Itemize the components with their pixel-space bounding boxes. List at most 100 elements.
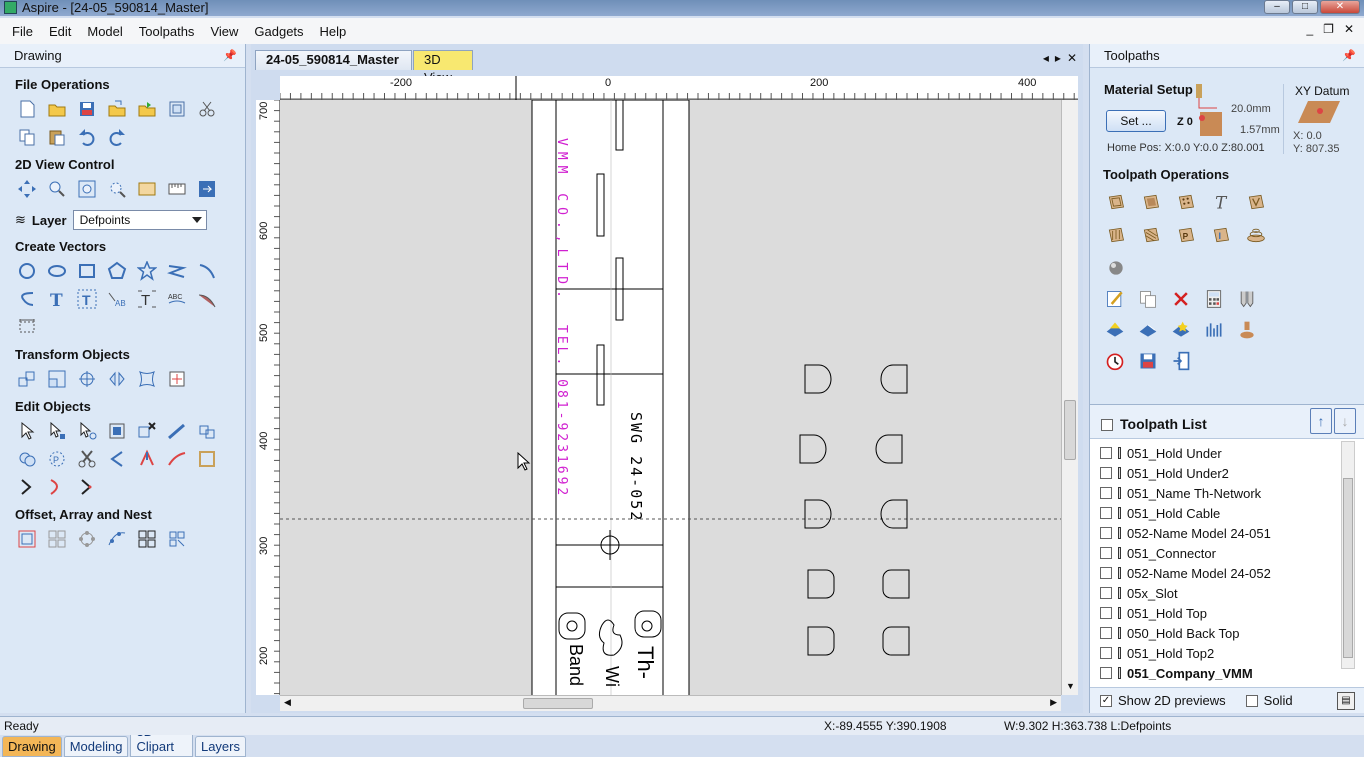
- toolpath-checkbox[interactable]: [1100, 507, 1112, 519]
- export-toolpath-icon[interactable]: [1169, 350, 1193, 372]
- set-home-icon[interactable]: [1235, 319, 1259, 341]
- vertical-scroll-thumb[interactable]: [1064, 400, 1076, 460]
- open-file-icon[interactable]: [45, 98, 69, 120]
- move-icon[interactable]: [15, 368, 39, 390]
- profile-toolpath-icon[interactable]: [1103, 190, 1129, 214]
- pin-icon[interactable]: 📌: [1342, 44, 1356, 68]
- tab-layers[interactable]: Layers: [194, 736, 246, 757]
- mdi-restore-button[interactable]: ❐: [1323, 22, 1334, 36]
- zoom-all-icon[interactable]: [75, 178, 99, 200]
- import-icon[interactable]: [105, 98, 129, 120]
- copy-along-vector-icon[interactable]: [105, 528, 129, 550]
- mirror-icon[interactable]: [105, 368, 129, 390]
- material-set-button[interactable]: Set ...: [1106, 110, 1166, 132]
- menu-model[interactable]: Model: [79, 24, 130, 39]
- toolpath-list-select-all-checkbox[interactable]: [1101, 419, 1113, 431]
- draw-curve-icon[interactable]: [15, 288, 39, 310]
- copy-toolpath-icon[interactable]: [1136, 288, 1160, 310]
- preview-toolpath-icon[interactable]: [1103, 319, 1127, 341]
- circular-array-icon[interactable]: [75, 528, 99, 550]
- move-down-icon[interactable]: ↓: [1334, 408, 1356, 434]
- 3d-roughing-icon[interactable]: [1243, 223, 1269, 247]
- transform-mode-icon[interactable]: [75, 420, 99, 442]
- toolpath-item[interactable]: 051_Hold Under: [1100, 443, 1335, 463]
- scroll-down-icon[interactable]: ▼: [1066, 681, 1075, 691]
- redo-icon[interactable]: [105, 126, 129, 148]
- xy-datum-icon[interactable]: [1298, 99, 1342, 125]
- new-file-icon[interactable]: [15, 98, 39, 120]
- scroll-left-icon[interactable]: ◀: [284, 697, 291, 708]
- layer-select[interactable]: Defpoints: [72, 210, 207, 230]
- scroll-right-icon[interactable]: ▶: [1050, 697, 1057, 708]
- toolpath-checkbox[interactable]: [1100, 607, 1112, 619]
- save-icon[interactable]: [75, 98, 99, 120]
- texture-toolpath-icon[interactable]: [1138, 223, 1164, 247]
- recalculate-icon[interactable]: [1235, 288, 1259, 310]
- drilling-toolpath-icon[interactable]: [1173, 190, 1199, 214]
- draw-arc-icon[interactable]: [195, 260, 219, 282]
- mdi-close-button[interactable]: ✕: [1344, 22, 1354, 36]
- smooth-icon[interactable]: [45, 476, 69, 498]
- draw-polyline-icon[interactable]: [165, 260, 189, 282]
- tab-3d-view[interactable]: 3D View: [413, 50, 473, 85]
- toolpath-template-icon[interactable]: [1169, 319, 1193, 341]
- fluting-toolpath-icon[interactable]: [1103, 223, 1129, 247]
- toolpath-item[interactable]: 051_Hold Cable: [1100, 503, 1335, 523]
- tab-modeling[interactable]: Modeling: [63, 736, 129, 757]
- canvas-vertical-scrollbar[interactable]: ▼: [1061, 100, 1078, 695]
- toolpath-checkbox[interactable]: [1100, 447, 1112, 459]
- merge-toolpaths-icon[interactable]: [1202, 319, 1226, 341]
- job-size-icon[interactable]: [165, 98, 189, 120]
- toolpath-checkbox[interactable]: [1100, 527, 1112, 539]
- minimize-button[interactable]: –: [1264, 0, 1290, 14]
- zoom-box-icon[interactable]: [45, 178, 69, 200]
- quick-engrave-icon[interactable]: T: [1208, 190, 1234, 214]
- d-shapes[interactable]: [799, 364, 910, 656]
- toolpath-checkbox[interactable]: [1100, 487, 1112, 499]
- mdi-minimize-button[interactable]: _: [1306, 22, 1313, 36]
- save-toolpath-icon[interactable]: [1136, 350, 1160, 372]
- rotate-icon[interactable]: [75, 368, 99, 390]
- toolpath-item[interactable]: 050_Hold Back Top: [1100, 623, 1335, 643]
- auto-layout-text-icon[interactable]: T: [75, 288, 99, 310]
- toolpath-item[interactable]: 051_Company_VMM: [1100, 663, 1335, 683]
- toolpath-item[interactable]: 05x_Slot: [1100, 583, 1335, 603]
- tab-prev-icon[interactable]: ◂: [1043, 51, 1049, 65]
- close-button[interactable]: ✕: [1320, 0, 1360, 14]
- toolpath-calculator-icon[interactable]: [1202, 288, 1226, 310]
- trim-icon[interactable]: [105, 448, 129, 470]
- weld-icon[interactable]: [15, 448, 39, 470]
- draw-ellipse-icon[interactable]: [45, 260, 69, 282]
- tab-drawing[interactable]: Drawing: [2, 736, 62, 757]
- zoom-selection-icon[interactable]: [105, 178, 129, 200]
- th-text[interactable]: Th-: [632, 646, 658, 679]
- toolpath-item[interactable]: 051_Hold Under2: [1100, 463, 1335, 483]
- toolpath-checkbox[interactable]: [1100, 467, 1112, 479]
- bend-text-icon[interactable]: T: [135, 288, 159, 310]
- move-up-icon[interactable]: ↑: [1310, 408, 1332, 434]
- scissors-icon[interactable]: [75, 448, 99, 470]
- spell-check-icon[interactable]: ABC: [165, 288, 189, 310]
- fillet-icon[interactable]: [165, 448, 189, 470]
- prism-toolpath-icon[interactable]: P: [1173, 223, 1199, 247]
- view-ruler-icon[interactable]: [165, 178, 189, 200]
- delete-vector-icon[interactable]: [135, 420, 159, 442]
- join-vectors-icon[interactable]: [195, 420, 219, 442]
- view-material-icon[interactable]: [135, 178, 159, 200]
- import-bitmap-icon[interactable]: [135, 98, 159, 120]
- horizontal-scroll-thumb[interactable]: [523, 698, 593, 709]
- nesting-icon[interactable]: [135, 528, 159, 550]
- tab-next-icon[interactable]: ▸: [1055, 51, 1061, 65]
- pin-icon[interactable]: 📌: [223, 44, 237, 68]
- inlay-toolpath-icon[interactable]: I: [1208, 223, 1234, 247]
- align-icon[interactable]: [165, 368, 189, 390]
- toolpath-options-icon[interactable]: ▤: [1337, 692, 1355, 710]
- draw-polygon-icon[interactable]: [105, 260, 129, 282]
- toolpath-summary-icon[interactable]: [1136, 319, 1160, 341]
- toolpath-item[interactable]: 052-Name Model 24-051: [1100, 523, 1335, 543]
- wi-text[interactable]: Wi: [601, 666, 622, 687]
- toolpath-checkbox[interactable]: [1100, 667, 1112, 679]
- toolpath-checkbox[interactable]: [1100, 547, 1112, 559]
- menu-file[interactable]: File: [4, 24, 41, 39]
- toolpath-checkbox[interactable]: [1100, 567, 1112, 579]
